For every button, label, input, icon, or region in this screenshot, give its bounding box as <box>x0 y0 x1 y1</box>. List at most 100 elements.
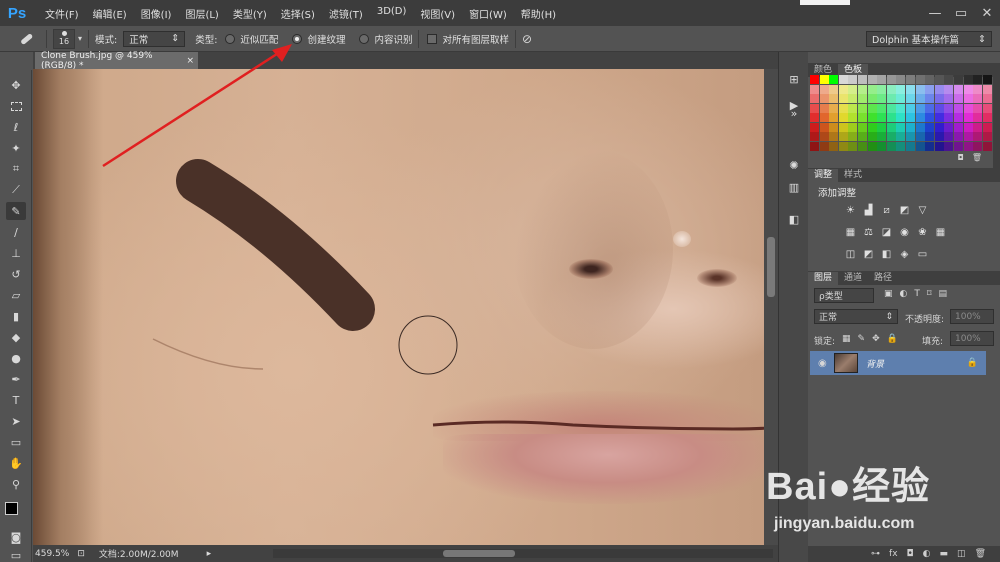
zoom-tool-icon[interactable]: ⚲ <box>6 475 26 493</box>
lock-all-icon[interactable]: 🔒 <box>887 334 898 344</box>
eyedropper-tool-icon[interactable]: ⟋ <box>6 181 26 199</box>
color-swatch[interactable] <box>953 75 963 84</box>
color-swatch[interactable] <box>896 75 906 84</box>
close-icon[interactable]: × <box>186 56 194 66</box>
menu-3d[interactable]: 3D(D) <box>370 6 414 21</box>
threshold-icon[interactable]: ◧ <box>880 248 893 261</box>
color-swatch[interactable] <box>934 75 944 84</box>
fx-icon[interactable]: fx <box>889 549 898 559</box>
color-swatch[interactable] <box>925 84 935 94</box>
crop-tool-icon[interactable]: ⌗ <box>6 160 26 178</box>
color-swatch[interactable] <box>973 141 983 151</box>
history-brush-tool-icon[interactable]: ↺ <box>6 265 26 283</box>
brush-tool-icon[interactable]: ∕ <box>6 223 26 241</box>
color-swatch[interactable] <box>982 94 992 103</box>
foreground-color-swatch[interactable] <box>5 502 18 515</box>
tab-styles[interactable]: 样式 <box>838 169 868 182</box>
color-swatch[interactable] <box>810 132 820 141</box>
color-swatch[interactable] <box>934 113 944 122</box>
color-swatch[interactable] <box>838 103 848 113</box>
color-swatch[interactable] <box>819 103 829 113</box>
color-swatch[interactable] <box>944 113 954 122</box>
color-swatch[interactable] <box>877 113 887 122</box>
color-swatch[interactable] <box>982 84 992 94</box>
color-swatch[interactable] <box>963 75 973 84</box>
color-swatch[interactable] <box>982 141 992 151</box>
new-layer-icon[interactable]: ◫ <box>957 549 966 559</box>
color-swatch[interactable] <box>915 94 925 103</box>
color-swatch[interactable] <box>829 113 839 122</box>
color-swatch[interactable] <box>848 113 858 122</box>
color-lookup-icon[interactable]: ▦ <box>934 226 947 239</box>
color-swatch[interactable] <box>905 122 916 132</box>
color-swatch[interactable] <box>819 132 829 141</box>
workspace-select[interactable]: Dolphin 基本操作篇 ⇕ <box>866 31 992 47</box>
color-swatch[interactable] <box>819 122 829 132</box>
scrollbar-thumb[interactable] <box>443 550 515 557</box>
lasso-tool-icon[interactable]: ℓ <box>6 118 26 136</box>
color-swatch[interactable] <box>973 103 983 113</box>
color-swatch[interactable] <box>810 113 820 122</box>
color-swatch[interactable] <box>925 103 935 113</box>
color-swatch[interactable] <box>934 141 944 151</box>
color-swatch[interactable] <box>963 141 973 151</box>
color-swatch[interactable] <box>867 94 877 103</box>
color-swatch[interactable] <box>867 132 877 141</box>
color-swatch[interactable] <box>848 94 858 103</box>
hand-tool-icon[interactable]: ✋ <box>6 454 26 472</box>
color-swatch[interactable] <box>963 94 973 103</box>
trash-icon[interactable]: 🗑 <box>972 153 982 165</box>
color-swatch[interactable] <box>877 122 887 132</box>
color-swatch[interactable] <box>915 113 925 122</box>
color-swatch[interactable] <box>953 122 963 132</box>
color-swatch[interactable] <box>829 84 839 94</box>
color-swatch[interactable] <box>886 84 896 94</box>
document-tab[interactable]: Clone Brush.jpg @ 459%(RGB/8) * × <box>35 51 198 71</box>
image-canvas[interactable] <box>33 69 764 545</box>
color-swatch[interactable] <box>934 84 944 94</box>
clone-source-icon[interactable]: ◧ <box>784 210 804 228</box>
lock-position-icon[interactable]: ✥ <box>872 334 880 344</box>
color-swatch[interactable] <box>810 75 820 84</box>
brush-size-picker[interactable]: 16 <box>53 28 75 49</box>
color-swatch[interactable] <box>905 75 916 84</box>
color-swatch[interactable] <box>819 113 829 122</box>
color-swatch[interactable] <box>857 141 868 151</box>
link-layers-icon[interactable]: ⊶ <box>871 549 880 559</box>
vertical-scrollbar[interactable] <box>764 69 778 545</box>
eye-icon[interactable]: ◉ <box>818 358 827 369</box>
horizontal-scrollbar[interactable] <box>273 549 773 558</box>
color-swatch[interactable] <box>944 84 954 94</box>
type-tool-icon[interactable]: T <box>6 391 26 409</box>
color-swatch[interactable] <box>857 75 868 84</box>
screen-mode-icon[interactable]: ▭ <box>6 546 26 562</box>
quick-mask-icon[interactable]: ◙ <box>6 528 26 546</box>
gear-icon[interactable]: ✺ <box>784 156 804 174</box>
menu-filter[interactable]: 滤镜(T) <box>322 6 370 21</box>
menu-layer[interactable]: 图层(L) <box>178 6 225 21</box>
history-icon[interactable]: ⊞ <box>784 70 804 88</box>
color-swatch[interactable] <box>973 113 983 122</box>
color-swatch[interactable] <box>867 84 877 94</box>
path-selection-tool-icon[interactable]: ➤ <box>6 412 26 430</box>
color-swatch[interactable] <box>953 132 963 141</box>
color-swatch[interactable] <box>973 75 983 84</box>
color-swatch[interactable] <box>915 132 925 141</box>
color-swatch[interactable] <box>848 84 858 94</box>
color-swatch[interactable] <box>838 75 848 84</box>
color-swatch[interactable] <box>905 132 916 141</box>
color-swatch[interactable] <box>829 94 839 103</box>
color-swatch[interactable] <box>973 132 983 141</box>
status-menu-arrow-icon[interactable]: ▸ <box>207 549 212 559</box>
lock-transparent-icon[interactable]: ▦ <box>842 334 851 344</box>
color-swatch[interactable] <box>857 103 868 113</box>
exposure-icon[interactable]: ◩ <box>898 204 911 217</box>
color-swatch[interactable] <box>925 132 935 141</box>
color-swatch[interactable] <box>886 103 896 113</box>
color-swatch[interactable] <box>963 113 973 122</box>
color-swatch[interactable] <box>925 113 935 122</box>
color-swatch[interactable] <box>905 94 916 103</box>
color-swatch[interactable] <box>896 113 906 122</box>
tab-adjustments[interactable]: 调整 <box>808 169 839 182</box>
color-swatch[interactable] <box>944 122 954 132</box>
